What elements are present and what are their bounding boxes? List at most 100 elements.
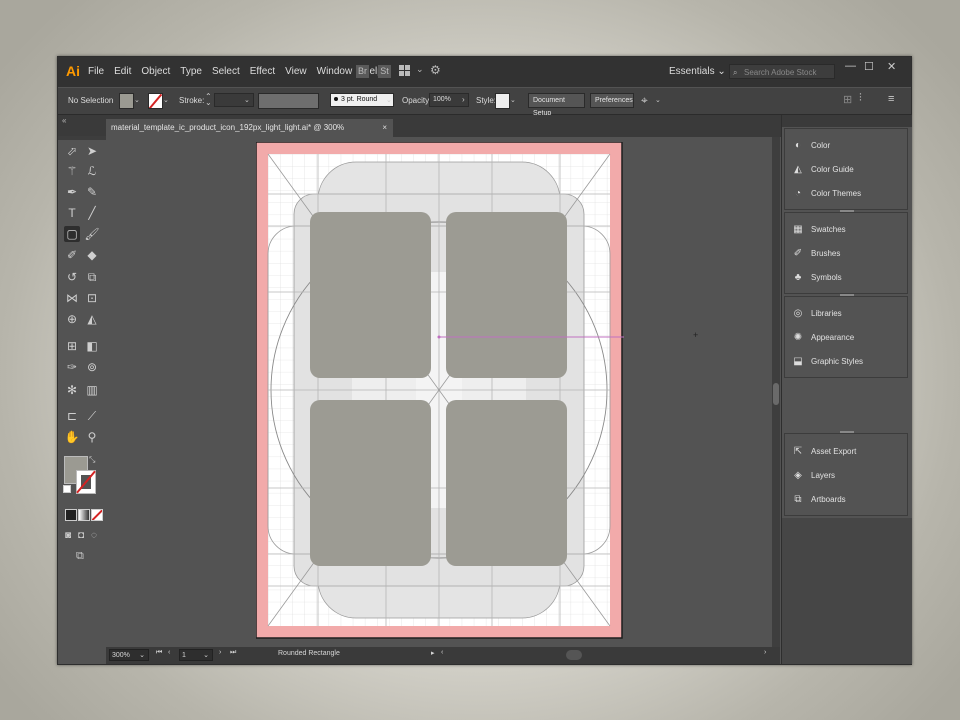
chevron-down-icon[interactable]: ⌄ bbox=[655, 96, 661, 104]
panel-layers[interactable]: ◈ Layers bbox=[791, 468, 907, 484]
artboard-tool-icon[interactable]: ⊏ bbox=[64, 408, 80, 424]
none-mode-icon[interactable] bbox=[91, 509, 103, 521]
menu-object[interactable]: Object bbox=[141, 66, 170, 77]
symbol-sprayer-tool-icon[interactable]: ✻ bbox=[64, 382, 80, 398]
chevron-down-icon[interactable]: ⌄ bbox=[163, 96, 169, 104]
rotate-tool-icon[interactable]: ↺ bbox=[64, 269, 80, 285]
selection-tool-icon[interactable]: ⬀ bbox=[64, 143, 80, 159]
panel-artboards[interactable]: ⧉ Artboards bbox=[791, 492, 907, 508]
scroll-left-icon[interactable]: ‹ bbox=[441, 649, 443, 656]
type-tool-icon[interactable]: T bbox=[64, 205, 80, 221]
eyedropper-tool-icon[interactable]: ✑ bbox=[64, 359, 80, 375]
stroke-stepper[interactable]: ⌃ ⌄ bbox=[205, 93, 212, 107]
menu-edit[interactable]: Edit bbox=[114, 66, 131, 77]
minimize-button[interactable]: — bbox=[845, 60, 856, 72]
free-transform-tool-icon[interactable]: ⊡ bbox=[84, 290, 100, 306]
perspective-grid-tool-icon[interactable]: ◭ bbox=[84, 311, 100, 327]
column-graph-tool-icon[interactable]: ▥ bbox=[84, 382, 100, 398]
maximize-button[interactable]: ☐ bbox=[864, 60, 874, 73]
gradient-tool-icon[interactable]: ◧ bbox=[84, 338, 100, 354]
arrange-documents-icon[interactable] bbox=[399, 65, 411, 76]
draw-inside-icon[interactable]: ◌ bbox=[91, 530, 97, 541]
panel-menu-icon[interactable]: ≡ bbox=[888, 93, 894, 105]
panel-graphic-styles[interactable]: ⬓ Graphic Styles bbox=[791, 354, 907, 370]
direct-selection-tool-icon[interactable]: ➤ bbox=[84, 143, 100, 159]
screen-mode-icon[interactable]: ⧉ bbox=[76, 550, 84, 563]
panel-asset-export[interactable]: ⇱ Asset Export bbox=[791, 444, 907, 460]
shaper-tool-icon[interactable]: ✐ bbox=[64, 247, 80, 263]
collapse-toolbar-icon[interactable]: « bbox=[62, 116, 66, 125]
hand-tool-icon[interactable]: ✋ bbox=[64, 429, 80, 445]
chevron-down-icon[interactable]: ⌄ bbox=[134, 96, 140, 104]
next-artboard-icon[interactable]: › bbox=[219, 649, 221, 656]
slice-tool-icon[interactable]: ⟋ bbox=[84, 408, 100, 424]
chevron-right-icon[interactable]: › bbox=[462, 95, 465, 104]
curvature-tool-icon[interactable]: ✎ bbox=[84, 184, 100, 200]
close-window-button[interactable]: ✕ bbox=[887, 60, 896, 73]
draw-normal-icon[interactable]: ◙ bbox=[65, 530, 71, 541]
line-segment-tool-icon[interactable]: ╱ bbox=[84, 205, 100, 221]
panel-color-themes[interactable]: ◔ Color Themes bbox=[791, 186, 907, 202]
draw-behind-icon[interactable]: ◘ bbox=[78, 530, 84, 541]
bridge-icon[interactable]: Br bbox=[356, 65, 369, 78]
last-artboard-icon[interactable]: ⏭ bbox=[230, 649, 236, 657]
menu-file[interactable]: File bbox=[88, 66, 104, 77]
align-icon[interactable]: ⫶ bbox=[859, 92, 862, 105]
rounded-rectangle-tool-icon[interactable]: ▢ bbox=[64, 226, 80, 242]
menu-effect[interactable]: Effect bbox=[250, 66, 275, 77]
search-stock-input[interactable]: ⌕ Search Adobe Stock bbox=[729, 64, 835, 79]
chevron-down-icon[interactable]: ⌄ bbox=[244, 96, 250, 104]
previous-artboard-icon[interactable]: ‹ bbox=[168, 649, 170, 656]
menu-type[interactable]: Type bbox=[180, 66, 202, 77]
gpu-performance-icon[interactable]: ⚙ bbox=[430, 63, 441, 77]
panel-symbols[interactable]: ♣ Symbols bbox=[791, 270, 907, 286]
paintbrush-tool-icon[interactable]: 🖌 bbox=[84, 226, 100, 242]
stroke-color-swatch[interactable] bbox=[76, 470, 96, 494]
canvas[interactable]: + bbox=[106, 137, 772, 647]
workspace-switcher[interactable]: Essentials ⌄ bbox=[669, 66, 726, 77]
panel-color[interactable]: ◐ Color bbox=[791, 138, 907, 154]
vertical-scroll-thumb[interactable] bbox=[773, 383, 779, 405]
panel-grip[interactable] bbox=[840, 294, 854, 296]
panel-swatches[interactable]: ▦ Swatches bbox=[791, 222, 907, 238]
artboard-number-select[interactable]: 1 ⌄ bbox=[179, 649, 213, 661]
panel-brushes[interactable]: ✐ Brushes bbox=[791, 246, 907, 262]
stroke-swatch[interactable] bbox=[148, 93, 163, 109]
chevron-down-icon[interactable]: ⌄ bbox=[416, 64, 424, 75]
scroll-right-icon[interactable]: › bbox=[764, 649, 766, 656]
chevron-down-icon[interactable]: ⌄ bbox=[386, 96, 392, 104]
transform-icon[interactable]: ⊞ bbox=[843, 93, 852, 106]
zoom-tool-icon[interactable]: ⚲ bbox=[84, 429, 100, 445]
magic-wand-tool-icon[interactable]: ⚚ bbox=[64, 163, 80, 179]
brush-definition-select[interactable]: 3 pt. Round bbox=[330, 93, 394, 107]
scale-tool-icon[interactable]: ⧉ bbox=[84, 269, 100, 285]
pen-tool-icon[interactable]: ✒ bbox=[64, 184, 80, 200]
panel-color-guide[interactable]: ◭ Color Guide bbox=[791, 162, 907, 178]
artboard[interactable] bbox=[256, 142, 624, 640]
first-artboard-icon[interactable]: ⏮ bbox=[156, 649, 162, 657]
graphic-style-swatch[interactable] bbox=[495, 93, 510, 109]
panel-grip[interactable] bbox=[840, 431, 854, 433]
menu-window[interactable]: Window bbox=[317, 66, 353, 77]
horizontal-scroll-thumb[interactable] bbox=[566, 650, 582, 660]
close-document-button[interactable]: × bbox=[382, 119, 387, 137]
panel-grip[interactable] bbox=[840, 210, 854, 212]
shape-builder-tool-icon[interactable]: ⊕ bbox=[64, 311, 80, 327]
panel-appearance[interactable]: ✺ Appearance bbox=[791, 330, 907, 346]
menu-view[interactable]: View bbox=[285, 66, 307, 77]
swap-fill-stroke-icon[interactable]: ⤡ bbox=[89, 455, 95, 465]
fill-swatch[interactable] bbox=[119, 93, 134, 109]
blend-tool-icon[interactable]: ⊚ bbox=[84, 359, 100, 375]
menu-select[interactable]: Select bbox=[212, 66, 240, 77]
gradient-mode-icon[interactable] bbox=[78, 509, 90, 521]
panel-libraries[interactable]: ◎ Libraries bbox=[791, 306, 907, 322]
variable-width-profile[interactable] bbox=[258, 93, 319, 109]
status-menu-icon[interactable]: ▸ bbox=[431, 649, 435, 657]
width-tool-icon[interactable]: ⋈ bbox=[64, 290, 80, 306]
color-mode-icon[interactable] bbox=[65, 509, 77, 521]
eraser-tool-icon[interactable]: ◆ bbox=[84, 247, 100, 263]
document-tab[interactable]: material_template_ic_product_icon_192px_… bbox=[106, 119, 393, 150]
selection-tool-options-icon[interactable]: ⌖ bbox=[641, 93, 648, 108]
document-setup-button[interactable]: Document Setup bbox=[528, 93, 585, 117]
vertical-scrollbar[interactable] bbox=[772, 137, 780, 647]
